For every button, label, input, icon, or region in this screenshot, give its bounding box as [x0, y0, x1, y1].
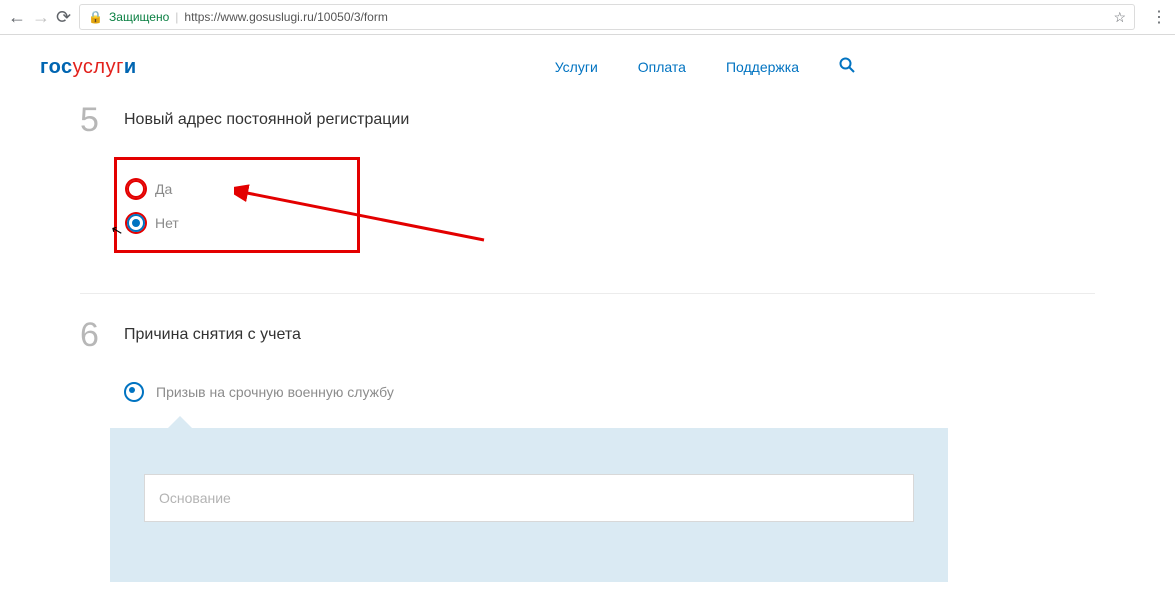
- reason-label: Призыв на срочную военную службу: [156, 384, 394, 400]
- cursor-icon: ↖: [109, 221, 125, 240]
- logo-part-2: услуг: [73, 56, 124, 78]
- top-nav: Услуги Оплата Поддержка: [555, 57, 855, 77]
- step-6-number: 6: [80, 318, 124, 352]
- radio-no-label: Нет: [155, 215, 179, 231]
- section-divider: [80, 293, 1095, 294]
- step-5-number: 5: [80, 103, 124, 137]
- step-5: 5 Новый адрес постоянной регистрации: [80, 103, 1095, 137]
- addr-separator: |: [175, 10, 178, 24]
- logo-part-3: и: [124, 56, 137, 78]
- reason-radio[interactable]: [124, 382, 144, 402]
- reason-panel: Основание: [110, 428, 948, 582]
- bookmark-star-icon[interactable]: ☆: [1113, 9, 1126, 26]
- nav-arrow-group: ← → ⟳: [8, 8, 71, 26]
- site-header: госуслуги Услуги Оплата Поддержка: [40, 45, 1135, 89]
- reason-basis-input[interactable]: Основание: [144, 474, 914, 522]
- nav-payment[interactable]: Оплата: [638, 59, 686, 75]
- radio-yes[interactable]: [127, 180, 145, 198]
- reason-radio-row[interactable]: Призыв на срочную военную службу: [124, 382, 1095, 402]
- forward-icon[interactable]: →: [32, 8, 50, 26]
- radio-no[interactable]: [127, 214, 145, 232]
- nav-support[interactable]: Поддержка: [726, 59, 799, 75]
- lock-icon: 🔒: [88, 10, 103, 24]
- url-text: https://www.gosuslugi.ru/10050/3/form: [184, 10, 387, 24]
- radio-row-yes[interactable]: Да: [127, 180, 277, 198]
- radio-row-no[interactable]: Нет: [127, 214, 277, 232]
- step-5-title: Новый адрес постоянной регистрации: [124, 111, 409, 129]
- back-icon[interactable]: ←: [8, 8, 26, 26]
- site-logo[interactable]: госуслуги: [40, 56, 137, 79]
- browser-chrome-bar: ← → ⟳ 🔒 Защищено | https://www.gosuslugi…: [0, 0, 1175, 35]
- nav-services[interactable]: Услуги: [555, 59, 598, 75]
- kebab-menu-icon[interactable]: ⋮: [1151, 7, 1167, 27]
- address-bar[interactable]: 🔒 Защищено | https://www.gosuslugi.ru/10…: [79, 4, 1135, 30]
- logo-part-1: гос: [40, 56, 73, 78]
- reason-basis-placeholder: Основание: [159, 490, 231, 506]
- secure-label: Защищено: [109, 10, 169, 24]
- step-6: 6 Причина снятия с учета: [80, 318, 1095, 352]
- radio-yes-label: Да: [155, 181, 172, 197]
- step-6-title: Причина снятия с учета: [124, 326, 301, 344]
- reload-icon[interactable]: ⟳: [56, 8, 71, 26]
- step-5-radio-group: ↖ Да Нет: [114, 157, 360, 253]
- form-area: 5 Новый адрес постоянной регистрации ↖ Д…: [40, 103, 1135, 582]
- search-icon[interactable]: [839, 57, 855, 77]
